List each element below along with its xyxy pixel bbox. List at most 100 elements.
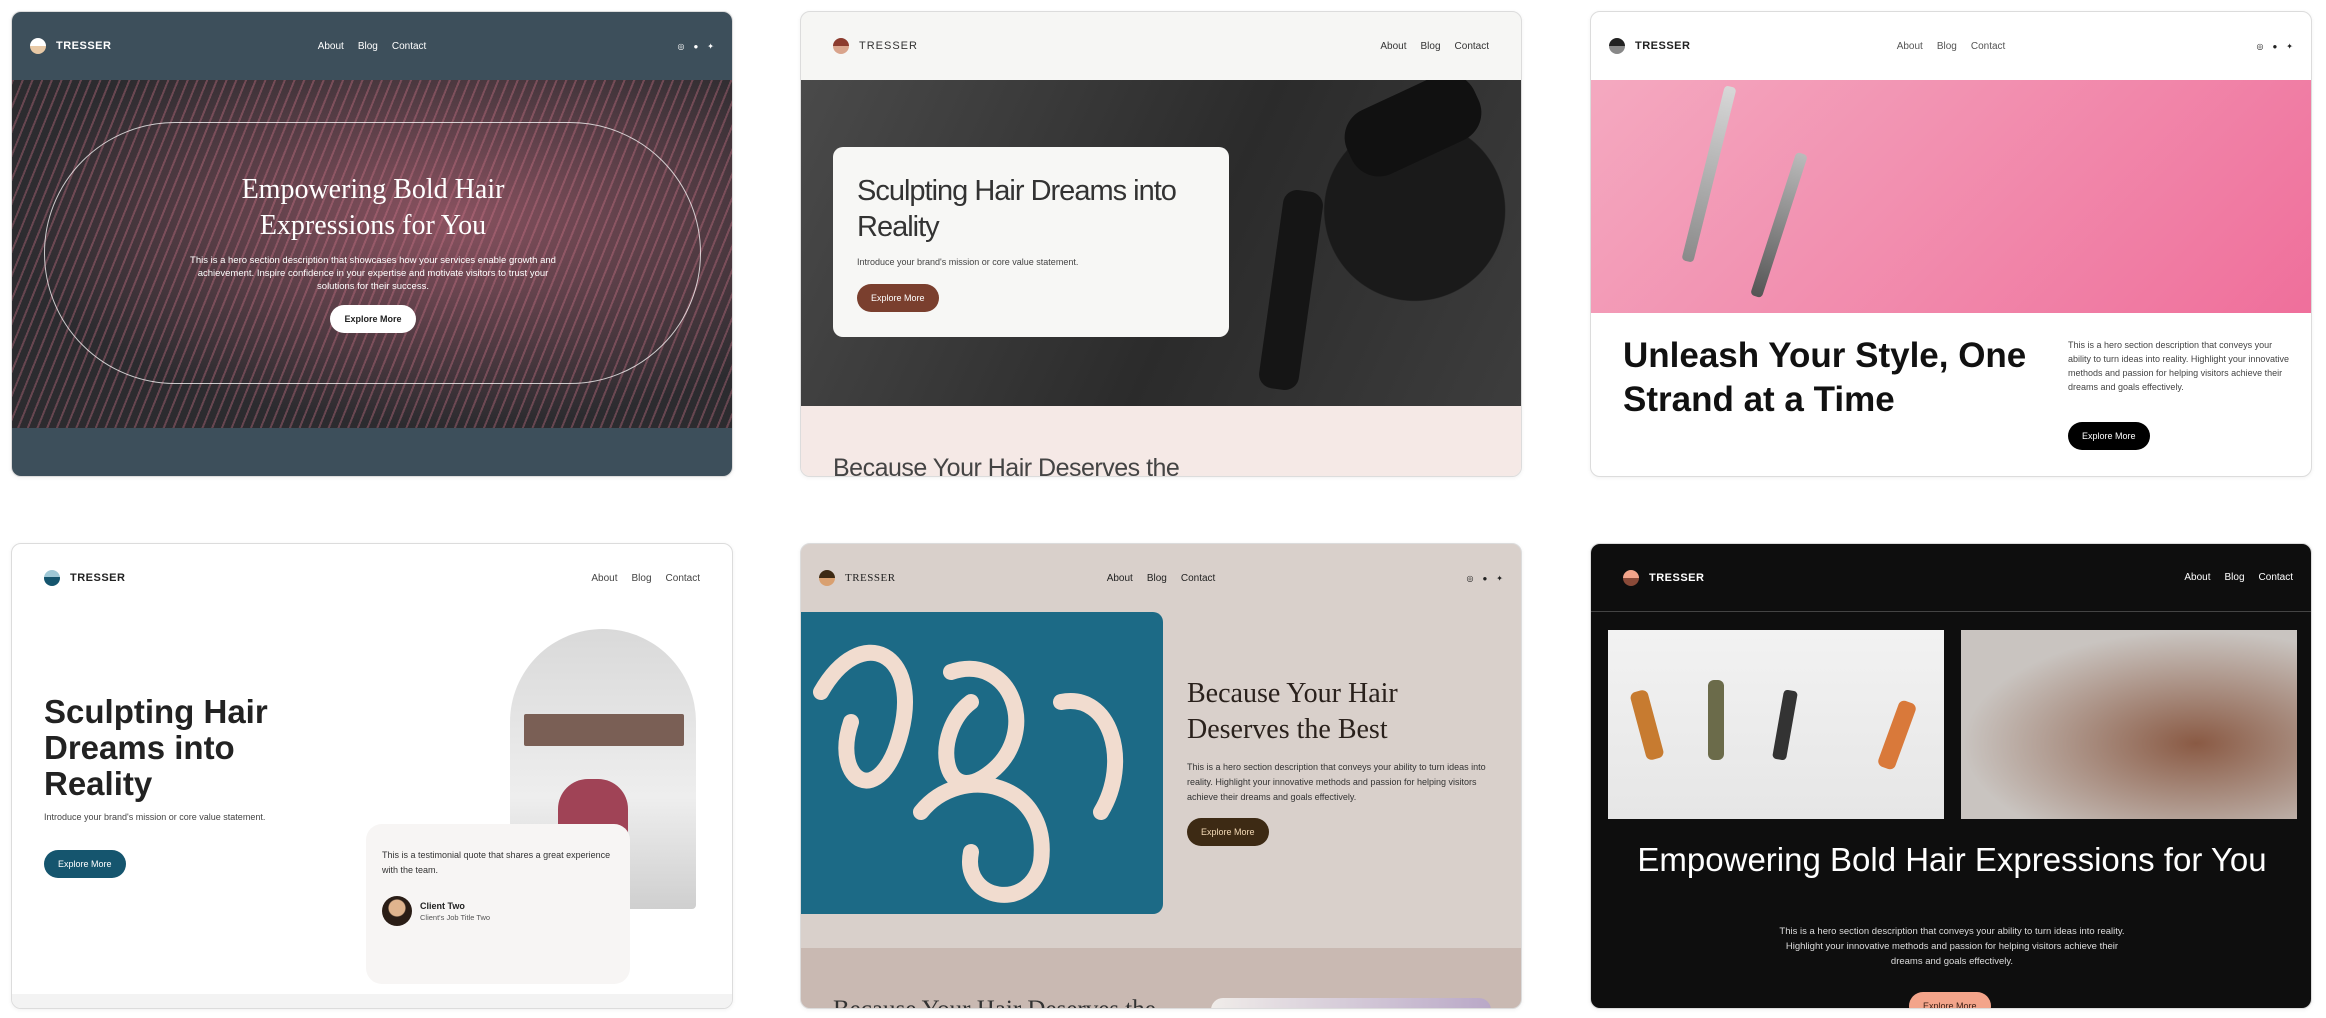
- brand[interactable]: TRESSER: [1609, 38, 1690, 54]
- explore-more-button[interactable]: Explore More: [1909, 992, 1991, 1008]
- hero-description: This is a hero section description that …: [1187, 762, 1486, 802]
- nav-contact[interactable]: Contact: [1181, 573, 1215, 584]
- template-card-6[interactable]: TRESSER About Blog Contact Empowering Bold…: [1590, 543, 2312, 1009]
- brand-name: TRESSER: [1649, 571, 1705, 584]
- explore-more-button[interactable]: Explore More: [44, 850, 126, 878]
- nav-blog[interactable]: Blog: [358, 41, 378, 52]
- brand-name: TRESSER: [859, 40, 918, 52]
- hero-description: Introduce your brand's mission or core v…: [44, 812, 266, 822]
- explore-more-button[interactable]: Explore More: [857, 284, 939, 312]
- nav-contact[interactable]: Contact: [666, 573, 700, 584]
- brand-name: TRESSER: [1635, 40, 1691, 52]
- logo-icon: [1623, 569, 1639, 586]
- section-divider: [12, 994, 732, 1008]
- instagram-icon[interactable]: ◎: [677, 42, 684, 51]
- nav-contact[interactable]: Contact: [1971, 41, 2005, 52]
- brand-name: TRESSER: [56, 40, 112, 52]
- preview-image: [1211, 998, 1491, 1008]
- round-brush-image: [1708, 680, 1724, 760]
- hero-title: Because Your Hair Deserves the Best: [1187, 678, 1398, 745]
- client-name: Client Two: [420, 900, 465, 911]
- hero-title: Sculpting Hair Dreams into Reality: [857, 175, 1177, 243]
- facebook-icon[interactable]: ●: [1482, 574, 1487, 583]
- paddle-brush-image: [1876, 699, 1918, 771]
- hair-dryer-image: [1334, 80, 1492, 187]
- hero-card: Sculpting Hair Dreams into Reality Intro…: [833, 147, 1229, 337]
- navbar: TRESSER About Blog Contact ◎ ● ✦: [801, 544, 1521, 612]
- nav-about[interactable]: About: [1380, 41, 1406, 52]
- client-title: Client's Job Title Two: [420, 912, 491, 922]
- hero-description: Introduce your brand's mission or core v…: [857, 257, 1079, 267]
- nav-contact[interactable]: Contact: [392, 41, 426, 52]
- nav-about[interactable]: About: [591, 573, 617, 584]
- twitter-icon[interactable]: ✦: [2286, 42, 2293, 51]
- navbar: TRESSER About Blog Contact ◎ ● ✦: [1591, 12, 2311, 80]
- template-card-1[interactable]: TRESSER About Blog Contact ◎ ● ✦ Empowering …: [11, 11, 733, 477]
- brand[interactable]: TRESSER: [30, 38, 111, 54]
- nav-contact[interactable]: Contact: [1455, 41, 1489, 52]
- template-card-4[interactable]: TRESSER About Blog Contact Sculpting Hair …: [11, 543, 733, 1009]
- explore-more-button[interactable]: Explore More: [330, 305, 416, 333]
- logo-icon: [1609, 38, 1625, 54]
- scissors-image: [1681, 85, 1737, 263]
- instagram-icon[interactable]: ◎: [1466, 574, 1473, 583]
- avatar: [382, 896, 412, 926]
- testimonial-card: This is a testimonial quote that shares …: [366, 824, 630, 984]
- thinning-shears-image: [1750, 151, 1808, 299]
- template-card-2[interactable]: TRESSER About Blog Contact Sculpting Hair …: [800, 11, 1522, 477]
- nav-about[interactable]: About: [1897, 41, 1923, 52]
- hero-title: Empowering Bold Hair Expressions for You: [241, 174, 505, 241]
- template-card-3[interactable]: TRESSER About Blog Contact ◎ ● ✦ Unleash You…: [1590, 11, 2312, 477]
- logo-icon: [44, 570, 60, 586]
- nav-blog[interactable]: Blog: [632, 573, 652, 584]
- logo-icon: [833, 38, 849, 54]
- brush-image: [1629, 688, 1665, 762]
- next-section: Because Your Hair Deserves the: [801, 948, 1521, 1008]
- hero-title: Empowering Bold Hair Expressions for You: [1637, 841, 2267, 878]
- navbar: TRESSER About Blog Contact: [801, 12, 1521, 80]
- explore-more-button[interactable]: Explore More: [1187, 818, 1269, 846]
- hero-description: This is a hero section description that …: [2068, 340, 2289, 392]
- wall-photos-image: [524, 714, 684, 746]
- nav-about[interactable]: About: [2184, 572, 2210, 583]
- brand[interactable]: TRESSER: [1623, 569, 1705, 586]
- nav-blog[interactable]: Blog: [1147, 573, 1167, 584]
- hero-description: This is a hero section description that …: [190, 255, 556, 292]
- testimonial-quote: This is a testimonial quote that shares …: [382, 850, 611, 875]
- nav-blog[interactable]: Blog: [1421, 41, 1441, 52]
- nav-about[interactable]: About: [1107, 573, 1133, 584]
- twitter-icon[interactable]: ✦: [707, 42, 714, 51]
- instagram-icon[interactable]: ◎: [2256, 42, 2263, 51]
- brush-image: [1257, 188, 1325, 392]
- twitter-icon[interactable]: ✦: [1496, 574, 1503, 583]
- navbar: TRESSER About Blog Contact: [12, 544, 732, 612]
- comb-image: [1772, 689, 1798, 761]
- brand[interactable]: TRESSER: [833, 38, 918, 54]
- brand-name: TRESSER: [70, 572, 126, 584]
- curling-hair-image: [1961, 630, 2297, 819]
- hero-sculpture-image: [801, 612, 1163, 914]
- hero-description: This is a hero section description that …: [1779, 926, 2125, 967]
- brand-name: TRESSER: [845, 572, 896, 584]
- logo-icon: [30, 38, 46, 54]
- explore-more-button[interactable]: Explore More: [2068, 422, 2150, 450]
- nav-blog[interactable]: Blog: [1937, 41, 1957, 52]
- navbar: TRESSER About Blog Contact: [1591, 544, 2311, 612]
- hero-title: Unleash Your Style, One Strand at a Time: [1623, 336, 2027, 419]
- next-section-heading: Because Your Hair Deserves the: [833, 454, 1180, 477]
- next-section: Because Your Hair Deserves the: [801, 406, 1521, 477]
- hero-scissors-image: [1591, 80, 2311, 313]
- logo-icon: [819, 570, 835, 586]
- hands-tools-image: [1608, 630, 1944, 819]
- sculpture-shape: [813, 644, 1123, 903]
- facebook-icon[interactable]: ●: [693, 42, 698, 51]
- nav-about[interactable]: About: [318, 41, 344, 52]
- nav-blog[interactable]: Blog: [2225, 572, 2245, 583]
- hero-title: Sculpting Hair Dreams into Reality: [44, 693, 268, 802]
- facebook-icon[interactable]: ●: [2272, 42, 2277, 51]
- brand[interactable]: TRESSER: [44, 570, 125, 586]
- nav-contact[interactable]: Contact: [2259, 572, 2293, 583]
- template-card-5[interactable]: TRESSER About Blog Contact ◎ ● ✦ Because You…: [800, 543, 1522, 1009]
- next-section-heading: Because Your Hair Deserves the: [833, 996, 1156, 1008]
- brand[interactable]: TRESSER: [819, 570, 896, 586]
